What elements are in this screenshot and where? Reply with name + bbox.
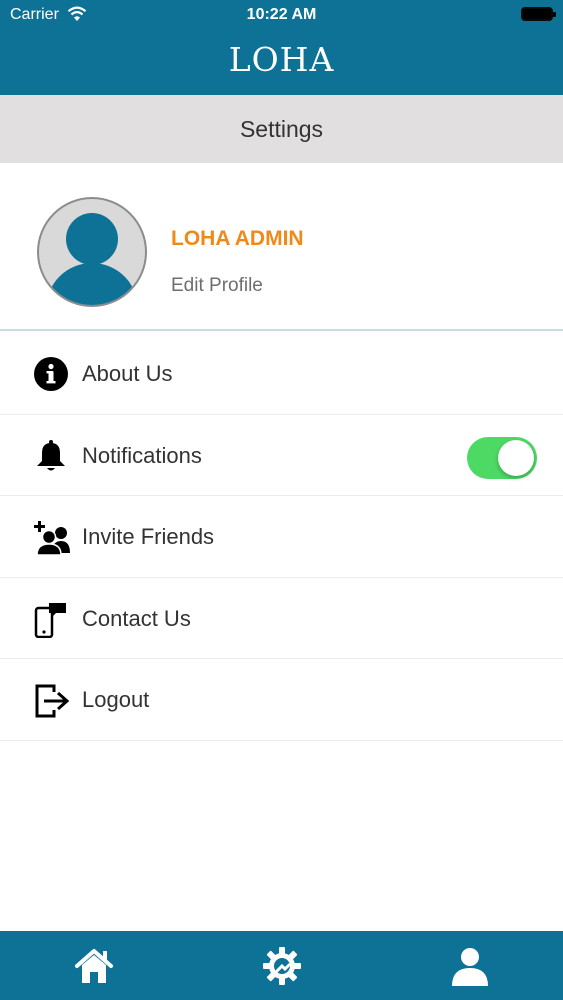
menu-item-label: Invite Friends xyxy=(82,524,215,549)
menu-item-contact-us[interactable]: Contact Us xyxy=(0,578,563,659)
settings-menu: About Us Notifications Invite Friends Co… xyxy=(0,333,563,741)
toggle-knob xyxy=(498,439,534,476)
profile-name: LOHA ADMIN xyxy=(171,227,304,250)
app-title: LOHA xyxy=(228,40,335,79)
profile-section: LOHA ADMIN Edit Profile xyxy=(0,163,563,331)
bottom-tab-bar xyxy=(0,931,563,1000)
page-title-bar: Settings xyxy=(0,95,563,163)
status-time: 10:22 AM xyxy=(246,6,317,23)
menu-item-notifications[interactable]: Notifications xyxy=(0,415,563,496)
menu-item-about-us[interactable]: About Us xyxy=(0,333,563,415)
menu-item-logout[interactable]: Logout xyxy=(0,659,563,741)
info-icon xyxy=(34,357,68,391)
avatar-placeholder-icon xyxy=(46,213,138,305)
logout-icon xyxy=(34,683,70,718)
tab-settings[interactable] xyxy=(188,931,376,1000)
profile-icon xyxy=(452,947,488,986)
menu-item-label: Notifications xyxy=(82,442,202,468)
menu-item-label: About Us xyxy=(82,361,173,386)
add-user-icon xyxy=(34,520,70,556)
phone-chat-icon xyxy=(34,602,68,638)
settings-gear-icon xyxy=(263,946,301,985)
battery-icon xyxy=(521,7,556,21)
menu-item-invite-friends[interactable]: Invite Friends xyxy=(0,496,563,578)
page-title: Settings xyxy=(239,115,324,142)
avatar[interactable] xyxy=(37,197,147,307)
menu-item-label: Logout xyxy=(82,687,150,712)
app-header: Carrier 10:22 AM LOHA xyxy=(0,0,563,95)
tab-home[interactable] xyxy=(0,931,188,1000)
tab-profile[interactable] xyxy=(376,931,563,1000)
edit-profile-link[interactable]: Edit Profile xyxy=(171,275,263,297)
notifications-toggle[interactable] xyxy=(467,436,537,479)
menu-item-label: Contact Us xyxy=(82,605,191,631)
home-icon xyxy=(75,948,113,983)
bell-icon xyxy=(34,439,68,473)
status-bar: Carrier 10:22 AM xyxy=(0,0,563,30)
